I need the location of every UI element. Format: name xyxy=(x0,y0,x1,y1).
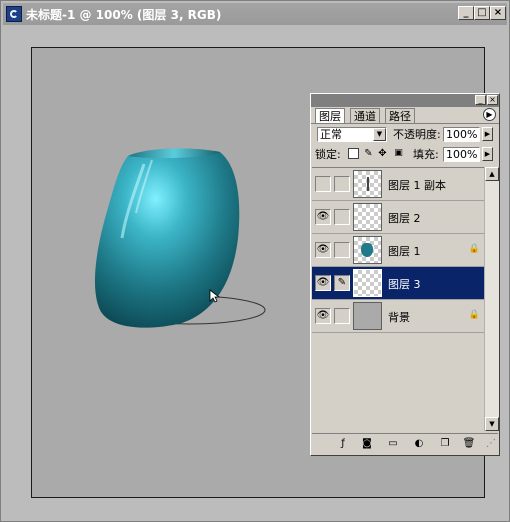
mask-icon[interactable]: ◙ xyxy=(360,437,374,450)
lock-move-icon[interactable]: ✥ xyxy=(377,148,388,159)
maximize-button[interactable]: □ xyxy=(474,6,490,20)
layer-name: 图层 3 xyxy=(388,278,421,291)
layer-style-icon[interactable]: ƒ xyxy=(336,437,350,450)
fill-label: 填充: xyxy=(413,148,439,161)
blend-mode-value: 正常 xyxy=(320,128,342,141)
lock-fill-row: 锁定: ✎ ✥ ▣ 填充: 100% ▶ xyxy=(311,144,499,164)
palette-tabs: 图层 通道 路径 ▶ xyxy=(311,107,499,124)
lock-transparency-icon[interactable] xyxy=(348,148,359,159)
scroll-up-button[interactable]: ▲ xyxy=(485,167,499,181)
layers-scrollbar[interactable]: ▲ ▼ xyxy=(484,167,499,431)
layer-name: 背景 xyxy=(388,311,410,324)
palette-close-button[interactable]: × xyxy=(487,95,498,105)
lock-icon: 🔒 xyxy=(468,310,480,320)
palette-title-bar[interactable]: _ × xyxy=(311,94,499,107)
minimize-button[interactable]: _ xyxy=(458,6,474,20)
layer-row-layer2[interactable]: 👁 图层 2 xyxy=(312,201,484,234)
lock-all-icon[interactable]: ▣ xyxy=(393,148,404,159)
fill-slider-button[interactable]: ▶ xyxy=(482,147,493,161)
vase-body xyxy=(94,148,240,328)
layer-name: 图层 2 xyxy=(388,212,421,225)
adjustment-layer-icon[interactable]: ◐ xyxy=(412,437,426,450)
eye-icon[interactable]: 👁 xyxy=(315,275,331,291)
link-toggle[interactable] xyxy=(334,209,350,225)
layer-name: 图层 1 副本 xyxy=(388,179,446,192)
layer-row-layer1-copy[interactable]: 图层 1 副本 xyxy=(312,168,484,201)
document-title: 未标题-1 @ 100% (图层 3, RGB) xyxy=(26,7,222,22)
lock-brush-icon[interactable]: ✎ xyxy=(363,148,374,159)
fill-input[interactable]: 100% xyxy=(443,147,480,162)
eye-icon[interactable]: 👁 xyxy=(315,308,331,324)
brush-icon[interactable]: ✎ xyxy=(334,275,350,291)
link-toggle[interactable] xyxy=(334,242,350,258)
layer-row-layer1[interactable]: 👁 图层 1 🔒 xyxy=(312,234,484,267)
layer-thumbnail xyxy=(353,236,382,264)
layers-list: 图层 1 副本 👁 图层 2 👁 图层 1 🔒 👁 ✎ 图层 3 👁 背景 🔒 xyxy=(312,167,484,432)
tab-layers[interactable]: 图层 xyxy=(315,108,345,123)
link-toggle[interactable] xyxy=(334,176,350,192)
layer-name: 图层 1 xyxy=(388,245,421,258)
trash-icon[interactable]: 🗑 xyxy=(462,437,476,450)
blend-opacity-row: 正常 ▼ 不透明度: 100% ▶ xyxy=(311,124,499,144)
palette-minimize-button[interactable]: _ xyxy=(475,95,486,105)
layer-thumbnail xyxy=(353,302,382,330)
layer-row-background[interactable]: 👁 背景 🔒 xyxy=(312,300,484,333)
scroll-down-button[interactable]: ▼ xyxy=(485,417,499,431)
tab-paths[interactable]: 路径 xyxy=(385,108,415,123)
chevron-down-icon[interactable]: ▼ xyxy=(373,128,386,141)
lock-icon: 🔒 xyxy=(468,244,480,254)
blend-mode-select[interactable]: 正常 ▼ xyxy=(317,127,387,142)
layer-row-layer3[interactable]: 👁 ✎ 图层 3 xyxy=(312,267,484,300)
link-toggle[interactable] xyxy=(334,308,350,324)
layer-thumbnail xyxy=(353,269,382,297)
eye-icon[interactable]: 👁 xyxy=(315,209,331,225)
layer-thumbnail xyxy=(353,170,382,198)
photoshop-app-icon[interactable] xyxy=(6,6,22,22)
new-layer-icon[interactable]: ❐ xyxy=(438,437,452,450)
opacity-input[interactable]: 100% xyxy=(443,127,480,142)
eye-icon[interactable]: 👁 xyxy=(315,242,331,258)
lock-label: 锁定: xyxy=(315,148,341,161)
title-bar[interactable]: 未标题-1 @ 100% (图层 3, RGB) _ □ × xyxy=(3,3,507,25)
resize-grip-icon[interactable]: ⋰ xyxy=(484,437,498,450)
document-window: 未标题-1 @ 100% (图层 3, RGB) _ □ × _ × 图层 通道… xyxy=(0,0,510,522)
tab-channels[interactable]: 通道 xyxy=(350,108,380,123)
palette-bottom-toolbar: ƒ ◙ ▭ ◐ ❐ 🗑 ⋰ xyxy=(312,433,498,454)
layer-thumbnail xyxy=(353,203,382,231)
palette-menu-button[interactable]: ▶ xyxy=(483,108,496,121)
visibility-toggle[interactable] xyxy=(315,176,331,192)
opacity-label: 不透明度: xyxy=(393,128,441,141)
opacity-slider-button[interactable]: ▶ xyxy=(482,127,493,141)
new-set-icon[interactable]: ▭ xyxy=(386,437,400,450)
layers-palette: _ × 图层 通道 路径 ▶ 正常 ▼ 不透明度: 100% ▶ 锁定: ✎ ✥… xyxy=(310,93,500,456)
close-button[interactable]: × xyxy=(490,6,506,20)
